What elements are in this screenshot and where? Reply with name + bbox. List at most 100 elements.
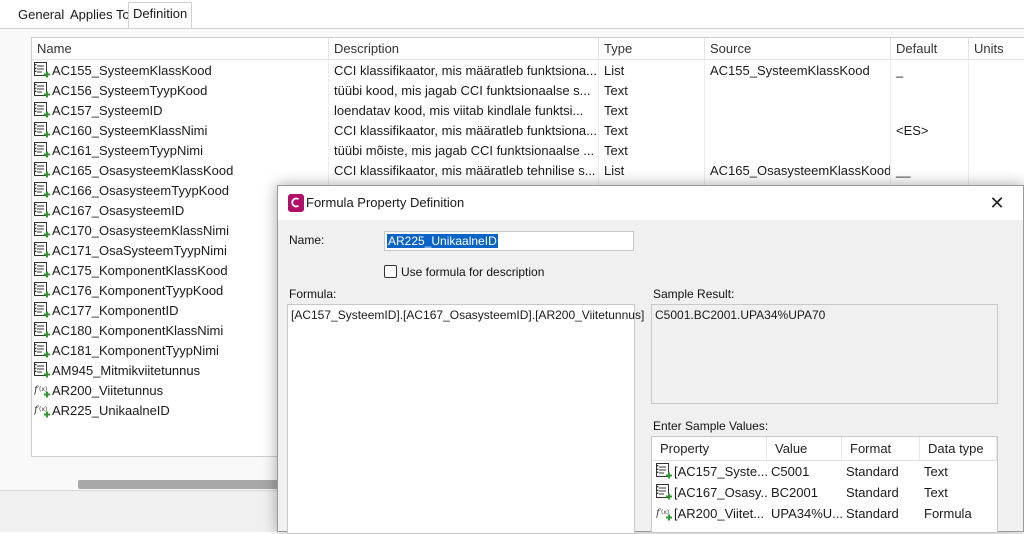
property-list-icon [34,282,50,298]
table-row[interactable]: AC157_SysteemID loendatav kood, mis viita… [32,101,1024,121]
close-icon[interactable]: ✕ [987,193,1007,213]
column-header-source[interactable]: Source [705,38,891,60]
property-list-icon [34,62,50,78]
cell-source [705,81,891,101]
cell-name-text: AM945_Mitmikviitetunnus [52,363,201,378]
sample-row[interactable]: f (x) [AR200_Viitet... UPA34%U... Standard Fo… [652,503,997,524]
cell-default [891,101,969,121]
cell-description-text: loendatav kood, mis viitab kindlale funk… [334,103,584,118]
cell-name: AC157_SysteemID [32,101,329,121]
cell-type-text: Text [604,83,628,98]
cell-type: Text [599,101,705,121]
sample-cell-text: Text [924,464,948,479]
sample-cell-format: Standard [842,461,920,482]
cell-default [891,81,969,101]
sample-row[interactable]: [AC157_Syste... C5001 Standard Text [652,461,997,482]
sample-cell-value[interactable]: BC2001 [767,482,842,503]
property-list-icon [34,182,50,198]
column-header-description[interactable]: Description [329,38,599,60]
sample-values-label: Enter Sample Values: [653,419,769,433]
tab-applies-to[interactable]: Applies To [66,6,134,28]
cell-source [705,101,891,121]
tab-definition[interactable]: Definition [128,2,193,30]
sample-column-value[interactable]: Value [767,437,842,461]
cell-description: loendatav kood, mis viitab kindlale funk… [329,101,599,121]
cell-source [705,141,891,161]
sample-column-data-type[interactable]: Data type [920,437,997,461]
cell-type-text: Text [604,143,628,158]
svg-text:(x): (x) [39,406,47,413]
cell-description: CCI klassifikaator, mis määratleb funkts… [329,61,599,81]
cell-default: __ [891,161,969,181]
table-row[interactable]: AC161_SysteemTyypNimi tüübi mõiste, mis j… [32,141,1024,161]
cell-units [969,81,1024,101]
cell-units [969,121,1024,141]
bottom-bar [0,490,300,532]
cell-name-text: AC180_KomponentKlassNimi [52,323,224,338]
cell-name-text: AC166_OsasysteemTyypKood [52,183,230,198]
cell-default-text: <ES> [896,123,929,138]
property-list-icon [34,202,50,218]
use-formula-label[interactable]: Use formula for description [401,265,544,279]
sample-column-property[interactable]: Property [652,437,767,461]
name-input[interactable]: AR225_UnikaalneID [384,231,634,251]
sample-result-label: Sample Result: [653,287,735,301]
column-header-units[interactable]: Units [969,38,1024,60]
table-row[interactable]: AC156_SysteemTyypKood tüübi kood, mis jag… [32,81,1024,101]
sample-row[interactable]: [AC167_Osasy... BC2001 Standard Text [652,482,997,503]
column-header-type[interactable]: Type [599,38,705,60]
property-list-header: Name Description Type Source Default Uni… [32,38,1024,60]
sample-cell-text: Standard [846,506,899,521]
sample-grid-header: Property Value Format Data type [652,437,997,461]
cell-name: AC156_SysteemTyypKood [32,81,329,101]
property-list-icon [34,302,50,318]
cell-type: List [599,161,705,181]
cell-name-text: AC165_OsasysteemKlassKood [52,163,234,178]
column-header-default[interactable]: Default [891,38,969,60]
tab-general[interactable]: General [14,6,68,28]
sample-cell-value[interactable]: UPA34%U... [767,503,842,524]
sample-values-grid[interactable]: Property Value Format Data type [AC157_S… [651,436,998,533]
cell-units [969,101,1024,121]
cell-source-text: AC155_SysteemKlassKood [710,63,870,78]
sample-cell-text: [AC157_Syste... [674,464,767,479]
sample-cell-data-type: Formula [920,503,997,524]
property-list-icon [34,82,50,98]
cell-type-text: Text [604,103,628,118]
sample-cell-text: BC2001 [771,485,818,500]
cell-name-text: AC155_SysteemKlassKood [52,63,212,78]
cell-description: CCI klassifikaator, mis määratleb funkts… [329,121,599,141]
sample-cell-value[interactable]: C5001 [767,461,842,482]
sample-cell-data-type: Text [920,482,997,503]
cell-name-text: AC181_KomponentTyypNimi [52,343,219,358]
property-list-icon [34,262,50,278]
sample-cell-property: [AC157_Syste... [652,461,767,482]
svg-text:(x): (x) [661,509,669,516]
sample-column-format[interactable]: Format [842,437,920,461]
column-header-name[interactable]: Name [32,38,329,60]
sample-cell-text: C5001 [771,464,810,479]
cell-description: tüübi kood, mis jagab CCI funktsionaalse… [329,81,599,101]
formula-property-dialog: Formula Property Definition ✕ Name: AR22… [277,185,1024,534]
sample-result-box: C5001.BC2001.UPA34%UPA70 [651,304,998,404]
cell-name: AC160_SysteemKlassNimi [32,121,329,141]
property-list-icon [34,342,50,358]
dialog-title: Formula Property Definition [306,195,465,210]
formula-text: [AC157_SysteemID].[AC167_OsasysteemID].[… [291,308,645,322]
name-input-value: AR225_UnikaalneID [387,234,498,248]
property-list-icon [34,322,50,338]
cell-name-text: AC175_KomponentKlassKood [52,263,228,278]
use-formula-checkbox[interactable] [384,265,397,278]
table-row[interactable]: AC155_SysteemKlassKood CCI klassifikaator… [32,61,1024,81]
table-row[interactable]: AC165_OsasysteemKlassKood CCI klassifikaa… [32,161,1024,181]
dialog-titlebar[interactable]: Formula Property Definition ✕ [278,186,1023,220]
sample-cell-format: Standard [842,482,920,503]
cell-name-text: AC170_OsasysteemKlassNimi [52,223,230,238]
app-icon [288,194,304,212]
property-formula-icon: f (x) [33,382,50,398]
cell-units [969,161,1024,181]
sample-cell-text: Standard [846,464,899,479]
formula-textarea[interactable]: [AC157_SysteemID].[AC167_OsasysteemID].[… [287,304,644,534]
table-row[interactable]: AC160_SysteemKlassNimi CCI klassifikaator… [32,121,1024,141]
property-list-icon [34,242,50,258]
